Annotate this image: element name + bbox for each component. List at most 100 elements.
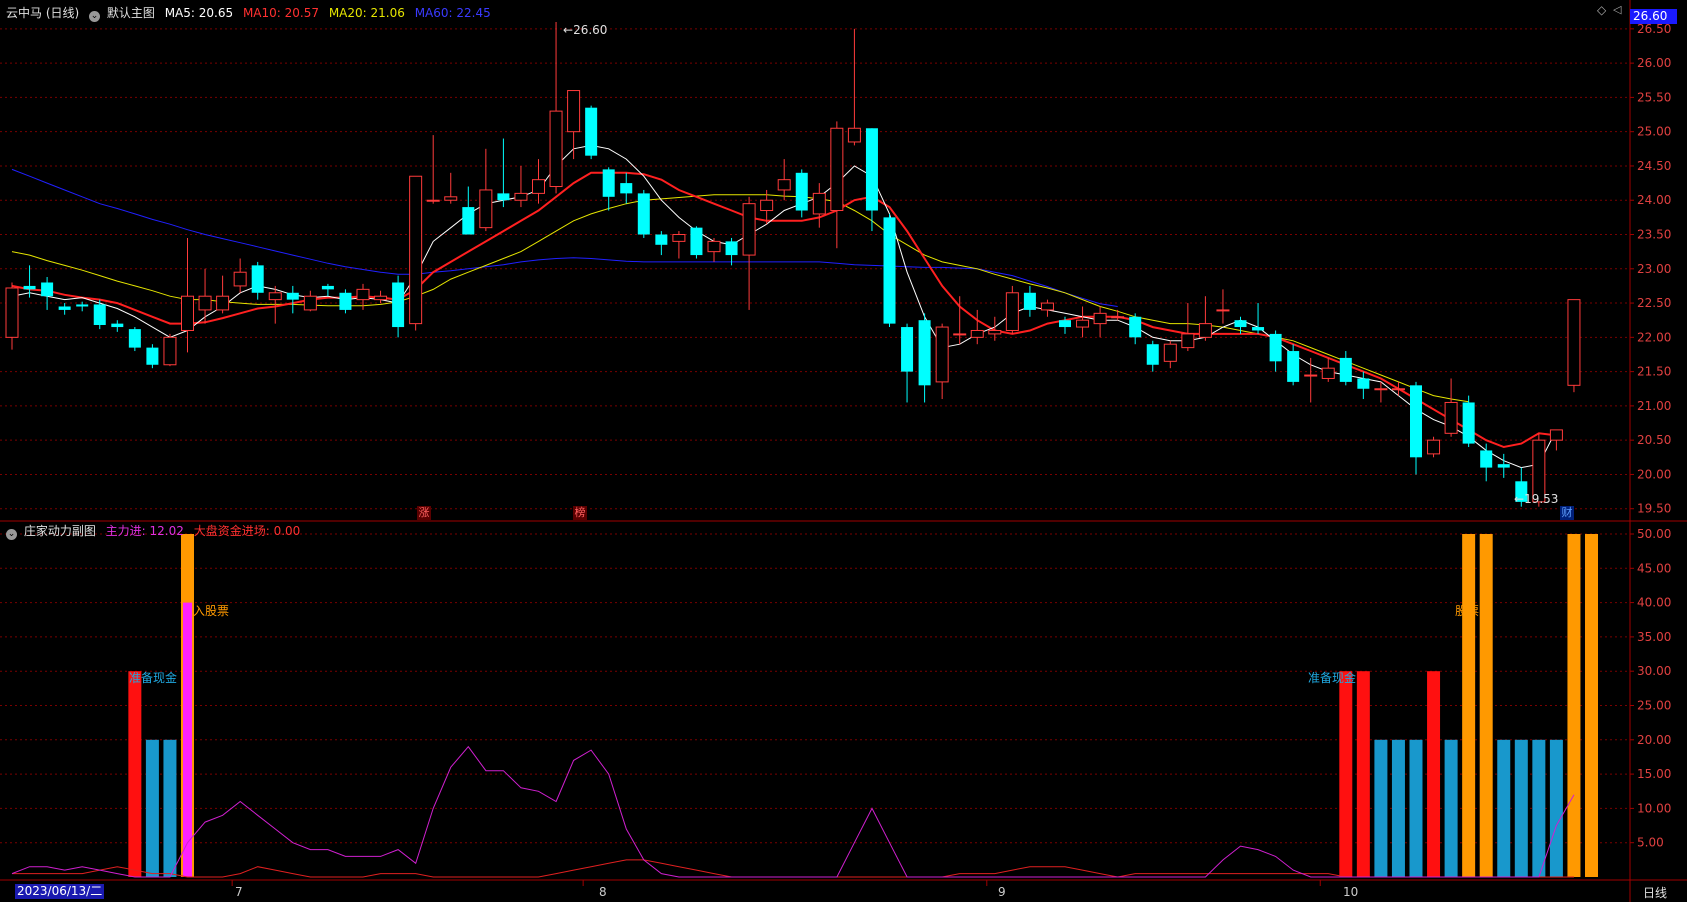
prep-cash-bar xyxy=(1356,671,1370,877)
candle-body-up xyxy=(479,189,493,229)
stock-chart[interactable]: 26.5026.0025.5025.0024.5024.0023.5023.00… xyxy=(0,0,1687,902)
chart-selector-icon[interactable]: ⌄ xyxy=(89,11,101,22)
candle-body-down xyxy=(1059,320,1071,328)
candle-body-down xyxy=(321,285,334,290)
candle-body-up xyxy=(1427,439,1441,455)
candle-body-up xyxy=(1040,302,1054,311)
neutral-bar xyxy=(1549,739,1563,877)
neutral-bar xyxy=(145,739,159,877)
candle-body-down xyxy=(602,169,615,197)
sub-y-tick-label: 25.00 xyxy=(1637,699,1671,713)
candle-body-down xyxy=(795,172,808,211)
candle-body-down xyxy=(392,282,405,328)
candle-body-up xyxy=(1567,299,1581,386)
candle-body-down xyxy=(1146,344,1159,365)
candle-body-down xyxy=(865,128,878,211)
candle-body-down xyxy=(918,320,931,386)
candle-body-down xyxy=(620,183,633,194)
candle-body-up xyxy=(567,90,581,133)
stock-name[interactable]: 云中马 (日线) xyxy=(6,6,79,20)
candle-body-down xyxy=(251,265,264,293)
prep-cash-bar xyxy=(1427,671,1441,877)
candle-body-up xyxy=(777,179,791,191)
candle-body-up xyxy=(988,329,1002,335)
y-tick-label: 19.50 xyxy=(1637,502,1671,516)
buy-stock-bar xyxy=(1567,534,1581,877)
candle-body-up xyxy=(1374,388,1388,391)
annotation-buy-stock-2: 股票 xyxy=(1455,604,1480,618)
candle-body-up xyxy=(953,333,967,336)
low-price-label: ←19.53 xyxy=(1514,492,1559,506)
neutral-bar xyxy=(1497,739,1511,877)
candle-body-down xyxy=(76,304,89,307)
sub-chart-header: ⌄ 庄家动力副图 主力进: 12.02 大盘资金进场: 0.00 xyxy=(6,522,300,540)
candle-body-down xyxy=(1339,357,1352,382)
annotation-prep-cash-2: 准备现金 xyxy=(1308,671,1357,685)
sub-y-tick-label: 30.00 xyxy=(1637,664,1671,678)
candle-body-down xyxy=(111,323,124,328)
candle-body-down xyxy=(1252,327,1265,331)
main-force-value: 主力进: 12.02 xyxy=(105,524,184,538)
month-label-7: 7 xyxy=(235,885,243,899)
candle-body-down xyxy=(1287,351,1300,382)
candle-body-up xyxy=(198,295,212,311)
candle-body-up xyxy=(970,329,984,338)
candle-body-down xyxy=(637,193,650,235)
event-marker-2[interactable]: 榜 xyxy=(573,506,587,520)
chart-name[interactable]: 默认主图 xyxy=(107,6,155,20)
prep-cash-bar xyxy=(1339,671,1353,877)
ma20-line xyxy=(11,194,1469,403)
candle-body-up xyxy=(5,287,19,338)
sub-y-tick-label: 5.00 xyxy=(1637,836,1664,850)
candle-body-up xyxy=(1181,333,1195,349)
candle-body-down xyxy=(1129,316,1142,338)
candle-body-down xyxy=(58,306,71,310)
candle-body-up xyxy=(1111,316,1125,319)
candle-body-up xyxy=(847,127,861,143)
candle-body-up xyxy=(1321,367,1335,379)
settings-diamond-icon[interactable]: ◇ xyxy=(1597,3,1606,17)
candle-body-up xyxy=(1198,323,1212,338)
candle-body-up xyxy=(1391,388,1405,391)
candle-body-down xyxy=(1269,333,1282,362)
candle-body-up xyxy=(426,199,440,202)
month-label-10: 10 xyxy=(1343,885,1359,899)
y-tick-label: 25.00 xyxy=(1637,125,1671,139)
candle-body-up xyxy=(514,192,528,201)
ma20-value: MA20: 21.06 xyxy=(328,6,405,20)
neutral-bar xyxy=(1409,739,1423,877)
sub-selector-icon[interactable]: ⌄ xyxy=(6,529,17,540)
candle-body-down xyxy=(1023,292,1036,310)
candle-body-up xyxy=(1093,312,1107,325)
ma10-line xyxy=(11,171,1557,449)
candle-body-up xyxy=(812,192,826,215)
month-label-8: 8 xyxy=(599,885,607,899)
main-chart-header: 云中马 (日线) ⌄ 默认主图 MA5: 20.65 MA10: 20.57 M… xyxy=(6,4,491,22)
candle-body-down xyxy=(1497,464,1510,468)
sub-y-tick-label: 20.00 xyxy=(1637,733,1671,747)
y-tick-label: 20.50 xyxy=(1637,433,1671,447)
ma5-value: MA5: 20.65 xyxy=(164,6,234,20)
candle-body-up xyxy=(374,295,388,301)
candle-body-up xyxy=(233,271,247,287)
candle-body-up xyxy=(760,199,774,212)
candle-body-down xyxy=(1357,378,1370,389)
y-tick-label: 21.00 xyxy=(1637,399,1671,413)
candle-body-up xyxy=(1163,343,1177,362)
event-marker-1[interactable]: 涨 xyxy=(417,506,431,520)
prep-cash-bar xyxy=(128,671,142,877)
y-tick-label: 20.00 xyxy=(1637,467,1671,481)
candle-body-down xyxy=(883,217,896,324)
indicator-name[interactable]: 庄家动力副图 xyxy=(24,524,96,538)
candle-body-up xyxy=(1216,309,1230,312)
event-marker-3[interactable]: 财 xyxy=(1560,506,1574,520)
period-button[interactable]: 日线 xyxy=(1643,884,1667,901)
candle-body-down xyxy=(41,282,54,297)
expand-triangle-icon[interactable]: ◁ xyxy=(1613,3,1621,16)
y-tick-label: 22.00 xyxy=(1637,330,1671,344)
ma60-value: MA60: 22.45 xyxy=(414,6,491,20)
candle-body-down xyxy=(128,329,141,348)
candle-body-up xyxy=(216,295,230,311)
candle-body-up xyxy=(181,295,194,331)
candle-body-up xyxy=(707,240,721,253)
